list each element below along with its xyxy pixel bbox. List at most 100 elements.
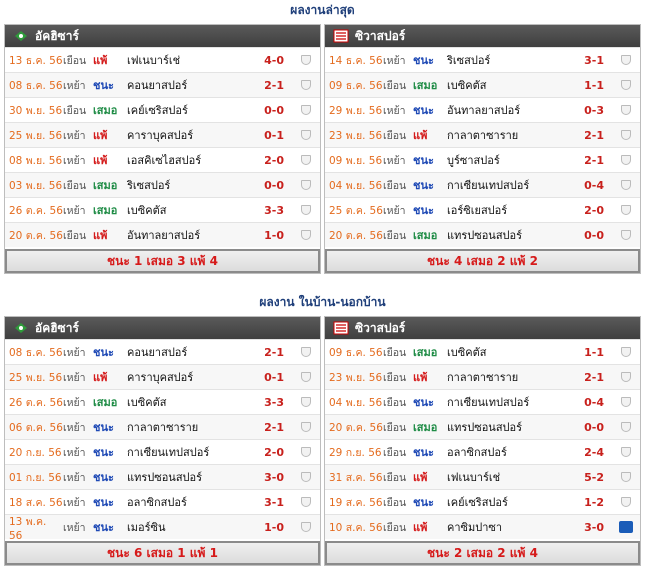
opponent-name[interactable]: คอนยาสปอร์	[127, 76, 256, 94]
match-row[interactable]: 03 พ.ย. 56 เยือน เสมอ ริเซสปอร์ 0-0	[5, 172, 320, 197]
opponent-name[interactable]: เบซิคตัส	[127, 201, 256, 219]
opponent-name[interactable]: เอสคิเซไฮสปอร์	[127, 151, 256, 169]
match-row[interactable]: 20 ต.ค. 56 เยือน เสมอ แทรปซอนสปอร์ 0-0	[325, 222, 640, 247]
match-venue: เหย้า	[63, 496, 86, 509]
opponent-name[interactable]: กาลาตาซาราย	[127, 418, 256, 436]
competition-cell	[292, 55, 320, 65]
match-row[interactable]: 13 ธ.ค. 56 เยือน แพ้ เฟเนบาร์เช่ 4-0	[5, 47, 320, 72]
opponent-name[interactable]: กาลาตาซาราย	[447, 126, 576, 144]
opponent-name[interactable]: กาลาตาซาราย	[447, 368, 576, 386]
trophy-icon	[301, 155, 311, 165]
opponent-name[interactable]: คาราบุคสปอร์	[127, 368, 256, 386]
trophy-icon	[301, 472, 311, 482]
match-row[interactable]: 23 พ.ย. 56 เยือน แพ้ กาลาตาซาราย 2-1	[325, 364, 640, 389]
opponent-name[interactable]: บูร์ซาสปอร์	[447, 151, 576, 169]
trophy-icon	[621, 55, 631, 65]
opponent-name[interactable]: อลาซิกสปอร์	[447, 443, 576, 461]
match-row[interactable]: 08 ธ.ค. 56 เหย้า ชนะ คอนยาสปอร์ 2-1	[5, 339, 320, 364]
match-venue: เหย้า	[63, 521, 86, 534]
opponent-name[interactable]: อลาซิกสปอร์	[127, 493, 256, 511]
match-venue: เหย้า	[63, 471, 86, 484]
match-row[interactable]: 29 พ.ย. 56 เหย้า ชนะ อันทาลยาสปอร์ 0-3	[325, 97, 640, 122]
opponent-name[interactable]: คาซิมปาซา	[447, 518, 576, 536]
opponent-name[interactable]: เฟเนบาร์เช่	[127, 51, 256, 69]
match-result: แพ้	[93, 129, 108, 142]
match-venue: เยือน	[383, 521, 407, 534]
opponent-name[interactable]: ริเซสปอร์	[127, 176, 256, 194]
trophy-icon	[621, 497, 631, 507]
opponent-name[interactable]: แทรปซอนสปอร์	[447, 226, 576, 244]
match-row[interactable]: 14 ธ.ค. 56 เหย้า ชนะ ริเซสปอร์ 3-1	[325, 47, 640, 72]
match-row[interactable]: 26 ต.ค. 56 เหย้า เสมอ เบซิคตัส 3-3	[5, 197, 320, 222]
match-venue: เยือน	[383, 129, 407, 142]
opponent-name[interactable]: คาราบุคสปอร์	[127, 126, 256, 144]
match-row[interactable]: 08 พ.ย. 56 เหย้า แพ้ เอสคิเซไฮสปอร์ 2-0	[5, 147, 320, 172]
opponent-name[interactable]: อันทาลยาสปอร์	[447, 101, 576, 119]
team-block-left: อัคฮิซาร์ 08 ธ.ค. 56 เหย้า ชนะ คอนยาสปอร์ 2-1…	[4, 316, 321, 566]
match-score: 0-0	[264, 103, 284, 117]
match-row[interactable]: 20 ก.ย. 56 เหย้า ชนะ กาเซียนเทปสปอร์ 2-0	[5, 439, 320, 464]
opponent-name[interactable]: เบซิคตัส	[447, 76, 576, 94]
competition-cell	[292, 372, 320, 382]
match-row[interactable]: 25 ต.ค. 56 เหย้า ชนะ เอร์ซิเยสปอร์ 2-0	[325, 197, 640, 222]
match-score: 3-0	[264, 470, 284, 484]
opponent-name[interactable]: เบซิคตัส	[127, 393, 256, 411]
opponent-name[interactable]: แทรปซอนสปอร์	[127, 468, 256, 486]
opponent-name[interactable]: เฟเนบาร์เช่	[447, 468, 576, 486]
trophy-icon	[621, 447, 631, 457]
match-row[interactable]: 29 ก.ย. 56 เยือน ชนะ อลาซิกสปอร์ 2-4	[325, 439, 640, 464]
trophy-icon	[301, 105, 311, 115]
match-score: 3-3	[264, 395, 284, 409]
match-row[interactable]: 10 ส.ค. 56 เยือน แพ้ คาซิมปาซา 3-0	[325, 514, 640, 539]
opponent-name[interactable]: ริเซสปอร์	[447, 51, 576, 69]
team-header: อัคฮิซาร์	[5, 317, 320, 339]
match-row[interactable]: 01 ก.ย. 56 เหย้า ชนะ แทรปซอนสปอร์ 3-0	[5, 464, 320, 489]
match-score: 2-1	[584, 370, 604, 384]
match-row[interactable]: 25 พ.ย. 56 เหย้า แพ้ คาราบุคสปอร์ 0-1	[5, 122, 320, 147]
opponent-name[interactable]: เคย์เซริสปอร์	[127, 101, 256, 119]
opponent-name[interactable]: เคย์เซริสปอร์	[447, 493, 576, 511]
match-row[interactable]: 09 พ.ย. 56 เหย้า ชนะ บูร์ซาสปอร์ 2-1	[325, 147, 640, 172]
competition-cell	[612, 447, 640, 457]
match-row[interactable]: 06 ต.ค. 56 เหย้า ชนะ กาลาตาซาราย 2-1	[5, 414, 320, 439]
match-row[interactable]: 08 ธ.ค. 56 เหย้า ชนะ คอนยาสปอร์ 2-1	[5, 72, 320, 97]
opponent-name[interactable]: แทรปซอนสปอร์	[447, 418, 576, 436]
opponent-name[interactable]: กาเซียนเทปสปอร์	[447, 393, 576, 411]
match-venue: เยือน	[383, 179, 407, 192]
match-row[interactable]: 19 ส.ค. 56 เยือน ชนะ เคย์เซริสปอร์ 1-2	[325, 489, 640, 514]
match-result: แพ้	[93, 371, 108, 384]
form-summary: ชนะ 6 เสมอ 1 แพ้ 1	[5, 541, 320, 565]
opponent-name[interactable]: กาเซียนเทปสปอร์	[127, 443, 256, 461]
match-row[interactable]: 20 ต.ค. 56 เยือน แพ้ อันทาลยาสปอร์ 1-0	[5, 222, 320, 247]
competition-cell	[612, 230, 640, 240]
akhisar-crest-icon	[13, 29, 29, 43]
match-row[interactable]: 25 พ.ย. 56 เหย้า แพ้ คาราบุคสปอร์ 0-1	[5, 364, 320, 389]
match-row[interactable]: 23 พ.ย. 56 เยือน แพ้ กาลาตาซาราย 2-1	[325, 122, 640, 147]
competition-cell	[292, 397, 320, 407]
opponent-name[interactable]: เบซิคตัส	[447, 343, 576, 361]
match-row[interactable]: 09 ธ.ค. 56 เยือน เสมอ เบซิคตัส 1-1	[325, 72, 640, 97]
match-row[interactable]: 13 พ.ค. 56 เหย้า ชนะ เมอร์ซิน 1-0	[5, 514, 320, 542]
match-row[interactable]: 04 พ.ย. 56 เยือน ชนะ กาเซียนเทปสปอร์ 0-4	[325, 389, 640, 414]
match-list: 13 ธ.ค. 56 เยือน แพ้ เฟเนบาร์เช่ 4-0 08 ธ.ค. …	[5, 47, 320, 247]
opponent-name[interactable]: เอร์ซิเยสปอร์	[447, 201, 576, 219]
opponent-name[interactable]: คอนยาสปอร์	[127, 343, 256, 361]
match-date: 09 พ.ย. 56	[329, 154, 383, 167]
match-row[interactable]: 04 พ.ย. 56 เยือน ชนะ กาเซียนเทปสปอร์ 0-4	[325, 172, 640, 197]
opponent-name[interactable]: กาเซียนเทปสปอร์	[447, 176, 576, 194]
match-score: 2-1	[264, 78, 284, 92]
match-row[interactable]: 26 ต.ค. 56 เหย้า เสมอ เบซิคตัส 3-3	[5, 389, 320, 414]
match-row[interactable]: 31 ส.ค. 56 เยือน แพ้ เฟเนบาร์เช่ 5-2	[325, 464, 640, 489]
match-list: 08 ธ.ค. 56 เหย้า ชนะ คอนยาสปอร์ 2-1 25 พ.ย. 5…	[5, 339, 320, 542]
trophy-icon	[621, 205, 631, 215]
match-venue: เยือน	[383, 396, 407, 409]
trophy-icon	[621, 347, 631, 357]
form-summary: ชนะ 4 เสมอ 2 แพ้ 2	[325, 249, 640, 273]
match-row[interactable]: 09 ธ.ค. 56 เยือน เสมอ เบซิคตัส 1-1	[325, 339, 640, 364]
match-score: 0-0	[584, 228, 604, 242]
opponent-name[interactable]: เมอร์ซิน	[127, 518, 256, 536]
opponent-name[interactable]: อันทาลยาสปอร์	[127, 226, 256, 244]
match-row[interactable]: 30 พ.ย. 56 เยือน เสมอ เคย์เซริสปอร์ 0-0	[5, 97, 320, 122]
match-row[interactable]: 18 ส.ค. 56 เหย้า ชนะ อลาซิกสปอร์ 3-1	[5, 489, 320, 514]
match-row[interactable]: 20 ต.ค. 56 เยือน เสมอ แทรปซอนสปอร์ 0-0	[325, 414, 640, 439]
